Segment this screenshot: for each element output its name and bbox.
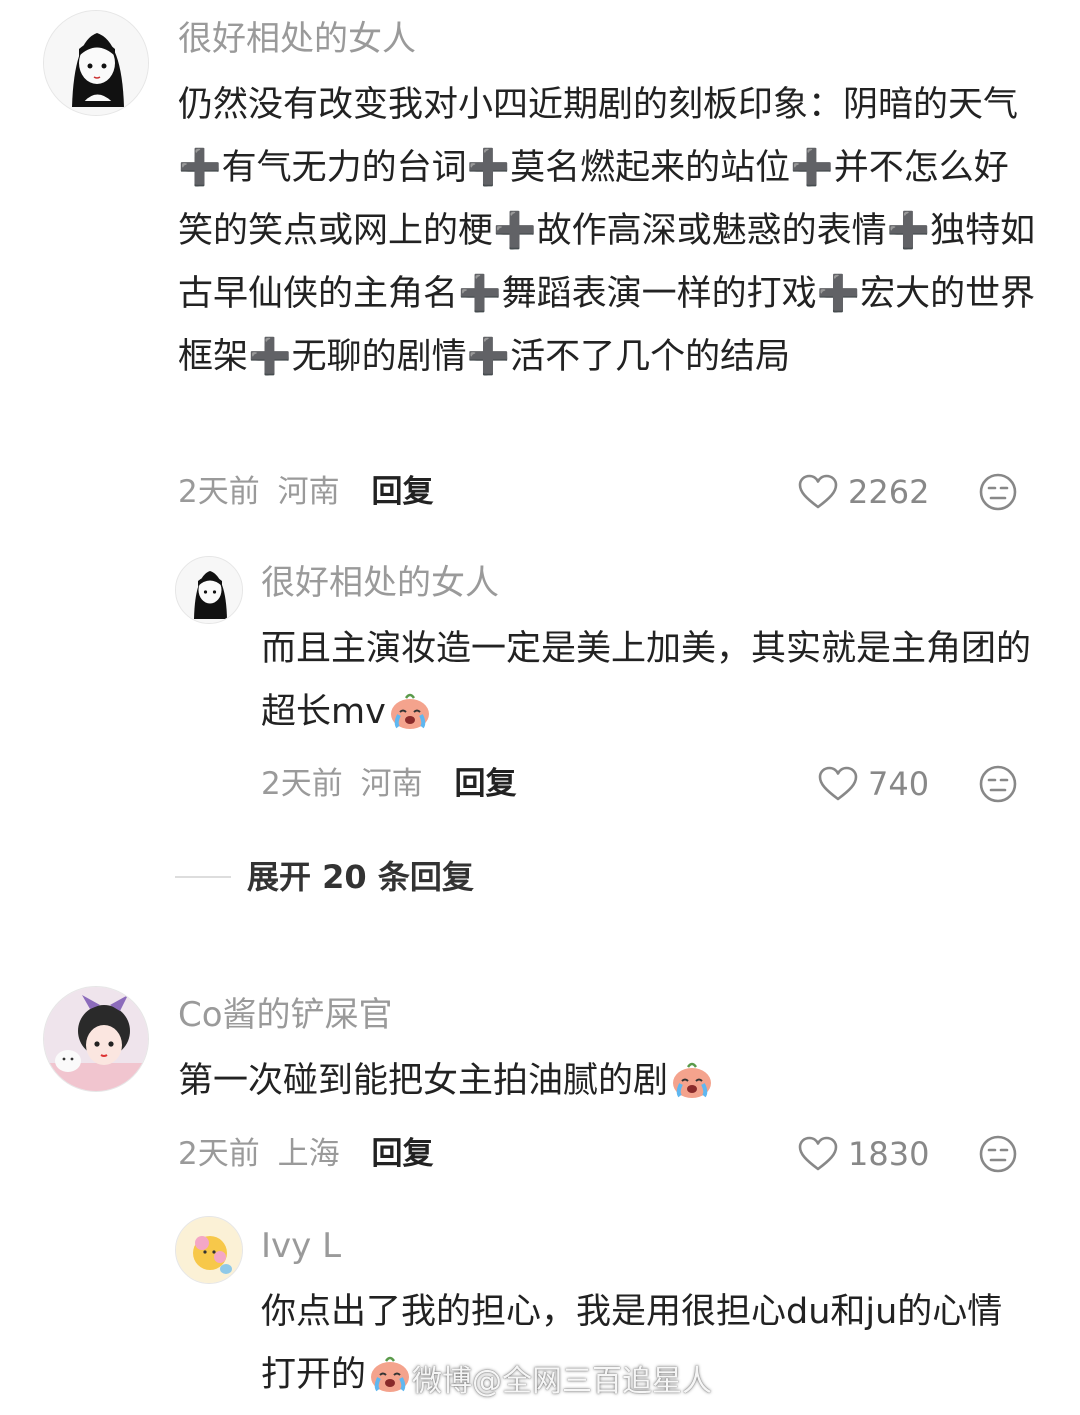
reply-button[interactable]: 回复: [371, 1136, 433, 1172]
comment-location: 河南: [277, 474, 340, 510]
avatar[interactable]: [43, 986, 149, 1092]
dislike-face-icon[interactable]: [978, 764, 1018, 808]
reply-location: 河南: [360, 766, 423, 802]
reply-button[interactable]: 回复: [371, 474, 433, 510]
comment-meta: 2天前 上海 回复: [178, 1134, 433, 1174]
username[interactable]: 很好相处的女人: [261, 562, 499, 604]
reply-text: 而且主演妆造一定是美上加美，其实就是主角团的超长mv: [261, 618, 1031, 752]
username[interactable]: Ivy L: [261, 1225, 341, 1267]
avatar[interactable]: [175, 556, 243, 624]
dislike-face-icon[interactable]: [978, 1134, 1018, 1178]
expand-replies-label: 展开 20 条回复: [247, 858, 474, 896]
comment-text: 第一次碰到能把女主拍油腻的剧: [178, 1050, 1040, 1121]
heart-icon: [798, 1136, 838, 1171]
expand-replies-button[interactable]: 展开 20 条回复: [175, 857, 474, 897]
like-count: 740: [868, 765, 930, 803]
reply-text-content: 而且主演妆造一定是美上加美，其实就是主角团的超长mv: [261, 629, 1032, 732]
like-button[interactable]: 2262: [798, 472, 929, 512]
comment-location: 上海: [277, 1136, 340, 1172]
crying-emoji-icon: [388, 689, 432, 752]
like-count: 1830: [848, 1135, 930, 1173]
like-count: 2262: [848, 473, 930, 511]
divider-line: [175, 876, 231, 878]
watermark: 微博@全网三百追星人: [412, 1356, 712, 1400]
username[interactable]: Co酱的铲屎官: [178, 994, 393, 1036]
crying-emoji-icon: [670, 1058, 714, 1121]
like-button[interactable]: 1830: [798, 1134, 929, 1174]
reply-meta: 2天前 河南 回复: [261, 764, 516, 804]
avatar[interactable]: [43, 10, 149, 116]
comment-time: 2天前: [178, 474, 260, 510]
comment-time: 2天前: [178, 1136, 260, 1172]
comment-text: 仍然没有改变我对小四近期剧的刻板印象：阴暗的天气➕有气无力的台词➕莫名燃起来的站…: [178, 85, 1036, 377]
comment-text-content: 第一次碰到能把女主拍油腻的剧: [178, 1061, 669, 1101]
heart-icon: [818, 766, 858, 801]
like-button[interactable]: 740: [818, 764, 929, 804]
heart-icon: [798, 474, 838, 509]
reply-button[interactable]: 回复: [454, 766, 516, 802]
username[interactable]: 很好相处的女人: [178, 18, 416, 60]
reply-time: 2天前: [261, 766, 343, 802]
avatar[interactable]: [175, 1216, 243, 1284]
crying-emoji-icon: [368, 1352, 412, 1415]
dislike-face-icon[interactable]: [978, 472, 1018, 516]
watermark-text: 微博@全网三百追星人: [412, 1364, 712, 1399]
comment-meta: 2天前 河南 回复: [178, 472, 433, 512]
